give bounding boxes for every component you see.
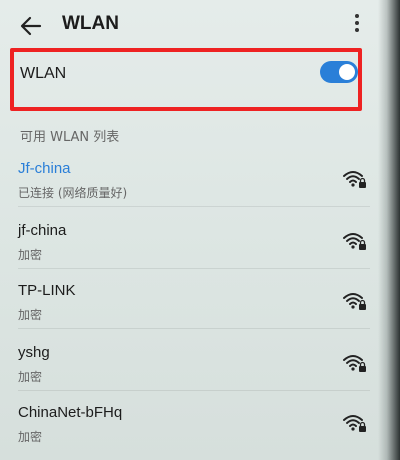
network-status: 已连接 (网络质量好) <box>18 186 128 200</box>
more-options-button[interactable] <box>348 10 366 36</box>
network-name: Jf-china <box>18 160 71 177</box>
available-networks-header: 可用 WLAN 列表 <box>20 130 120 145</box>
back-arrow-icon <box>20 16 42 36</box>
page-title: WLAN <box>62 13 119 34</box>
divider <box>18 390 370 391</box>
network-name: jf-china <box>18 222 67 239</box>
wlan-toggle-label: WLAN <box>20 65 67 82</box>
network-name: yshg <box>18 344 50 361</box>
network-status: 加密 <box>18 430 43 444</box>
network-item[interactable]: yshg 加密 <box>0 344 390 402</box>
network-item[interactable]: Jf-china 已连接 (网络质量好) <box>0 160 390 218</box>
wifi-lock-icon <box>343 293 366 310</box>
network-item[interactable]: jf-china 加密 <box>0 222 390 280</box>
network-item[interactable]: ChinaNet-bFHq 加密 <box>0 404 390 460</box>
divider <box>18 268 370 269</box>
app-header: WLAN <box>0 0 400 50</box>
switch-knob <box>339 64 355 80</box>
wifi-lock-icon <box>343 415 366 432</box>
wifi-lock-icon <box>343 233 366 250</box>
divider <box>18 206 370 207</box>
network-name: ChinaNet-bFHq <box>18 404 123 421</box>
network-name: TP-LINK <box>18 282 76 299</box>
device-bezel <box>378 0 400 460</box>
wifi-lock-icon <box>343 355 366 372</box>
network-status: 加密 <box>18 370 43 384</box>
wifi-lock-icon <box>343 171 366 188</box>
settings-screen: WLAN WLAN 可用 WLAN 列表 Jf-china 已连接 (网络质量好… <box>0 0 400 460</box>
more-vertical-icon <box>355 14 359 18</box>
network-status: 加密 <box>18 248 43 262</box>
divider <box>18 328 370 329</box>
network-item[interactable]: TP-LINK 加密 <box>0 282 390 340</box>
wlan-switch[interactable] <box>320 61 358 83</box>
wlan-toggle-row[interactable]: WLAN <box>0 52 400 100</box>
back-button[interactable] <box>18 14 44 38</box>
network-status: 加密 <box>18 308 43 322</box>
